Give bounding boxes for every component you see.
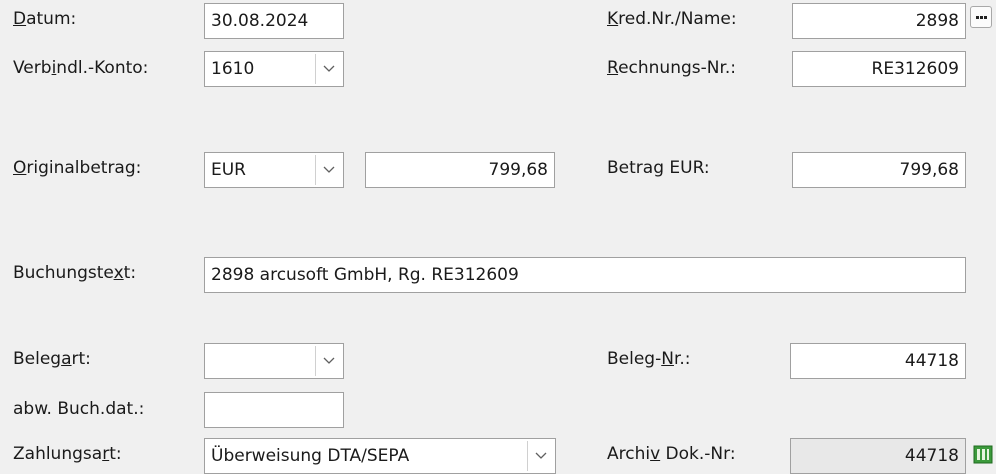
abw-buch-dat-label: abw. Buch.dat.:: [13, 399, 145, 419]
rechnungs-nr-field[interactable]: RE312609: [792, 51, 966, 87]
zahlungsart-dropdown-button[interactable]: [527, 441, 553, 471]
kreditor-field[interactable]: 2898: [792, 3, 966, 39]
zahlungsart-select[interactable]: Überweisung DTA/SEPA: [204, 438, 556, 474]
belegart-dropdown-button[interactable]: [315, 346, 341, 376]
beleg-nr-field[interactable]: 44718: [790, 343, 966, 379]
ellipsis-icon: [976, 16, 979, 19]
verbindl-konto-select[interactable]: 1610: [204, 51, 344, 87]
archiv-dok-nr-field: 44718: [790, 438, 966, 474]
archive-document-icon[interactable]: [972, 443, 994, 465]
verbindl-konto-dropdown-button[interactable]: [315, 54, 341, 84]
kreditor-label: Kred.Nr./Name:: [607, 9, 737, 29]
beleg-nr-label: Beleg-Nr.:: [607, 349, 691, 369]
zahlungsart-value: Überweisung DTA/SEPA: [211, 446, 410, 466]
datum-field[interactable]: 30.08.2024: [204, 3, 344, 39]
belegart-label: Belegart:: [13, 349, 91, 369]
betrag-eur-field[interactable]: 799,68: [792, 152, 966, 188]
originalbetrag-field[interactable]: 799,68: [365, 152, 555, 188]
currency-dropdown-button[interactable]: [315, 155, 341, 185]
archiv-dok-nr-label: Archiv Dok.-Nr:: [607, 444, 736, 464]
belegart-select[interactable]: [204, 343, 344, 379]
buchungstext-label: Buchungstext:: [13, 263, 137, 283]
currency-value: EUR: [211, 160, 246, 180]
buchungstext-field[interactable]: 2898 arcusoft GmbH, Rg. RE312609: [204, 257, 966, 293]
chevron-down-icon: [323, 357, 335, 364]
lookup-button[interactable]: [970, 6, 992, 28]
chevron-down-icon: [323, 65, 335, 72]
datum-label: Datum:: [13, 9, 77, 29]
chevron-down-icon: [323, 166, 335, 173]
verbindl-konto-label: Verbindl.-Konto:: [13, 58, 149, 78]
rechnungs-nr-label: Rechnungs-Nr.:: [607, 58, 737, 78]
originalbetrag-label: Originalbetrag:: [13, 158, 142, 178]
verbindl-konto-value: 1610: [211, 59, 255, 79]
betrag-eur-label: Betrag EUR:: [607, 158, 710, 178]
currency-select[interactable]: EUR: [204, 152, 344, 188]
chevron-down-icon: [535, 452, 547, 459]
zahlungsart-label: Zahlungsart:: [13, 444, 122, 464]
abw-buch-dat-field[interactable]: [204, 392, 344, 428]
